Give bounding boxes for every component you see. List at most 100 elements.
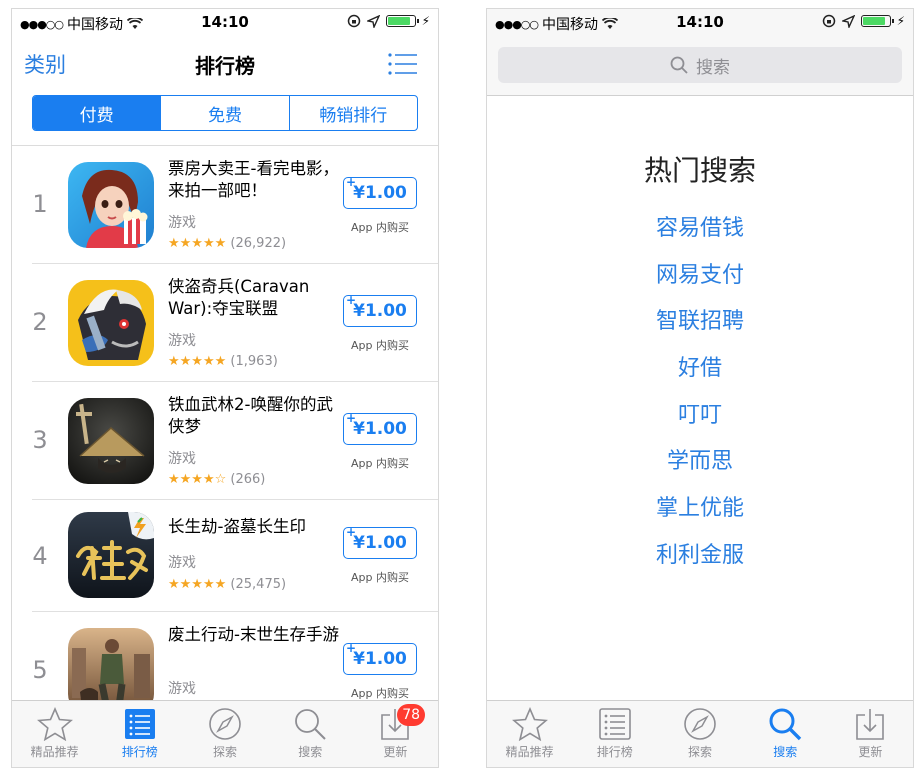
buy-button[interactable]: + ¥1.00 — [343, 525, 417, 559]
rating-stars: ★★★★★ — [168, 236, 227, 251]
cinema-girl-icon[interactable] — [68, 162, 154, 248]
ranking-segmented-control: 付费 免费 畅销排行 — [32, 95, 418, 131]
tab-label: 排行榜 — [121, 745, 158, 759]
in-app-purchase-note: App 内购买 — [351, 457, 409, 470]
app-rating: ★★★★★ (26,922) — [168, 236, 286, 251]
status-bar: ●●●○○ 中国移动 14:10 ⚡ — [12, 9, 438, 35]
ranking-list-icon — [124, 709, 155, 739]
trending-list: 容易借钱 网易支付 智联招聘 好借 叮叮 学而思 掌上优能 利利金服 — [487, 214, 913, 588]
search-input[interactable]: 搜索 — [498, 47, 902, 83]
star-icon — [511, 707, 548, 741]
app-name[interactable]: 铁血武林2-唤醒你的武侠梦 — [168, 394, 340, 438]
list-item[interactable]: 2 侠盗奇兵(Caravan War):夺宝联盟 游戏 ★★★★★ (1,963… — [12, 264, 438, 382]
ranking-list-icon — [598, 708, 631, 740]
search-icon — [769, 708, 802, 741]
tab-bar: 精品推荐 排行榜 探索 搜索 更新 78 — [12, 700, 438, 767]
tab-search[interactable]: 搜索 — [268, 701, 353, 767]
trending-item[interactable]: 好借 — [487, 354, 913, 401]
calligraphy-logo-icon[interactable] — [68, 512, 154, 598]
status-right: ⚡ — [822, 14, 905, 28]
app-list: 1 票房大卖王-看完电影，来拍一部吧！ 游戏 ★★★★★ (26,922) + ¥… — [12, 146, 438, 730]
segment-paid[interactable]: 付费 — [33, 96, 161, 130]
trending-item[interactable]: 网易支付 — [487, 261, 913, 308]
price-label: ¥1.00 — [353, 533, 407, 553]
segment-free[interactable]: 免费 — [160, 96, 288, 130]
list-item[interactable]: 4 长生劫-盗墓长生印 游戏 ★★★★★ (25,475) + ¥1.00 App… — [12, 500, 438, 612]
nav-bar: 类别 排行榜 — [12, 39, 438, 83]
list-item[interactable]: 3 铁血武林2-唤醒你的武侠梦 游戏 ★★★★☆ (266) + ¥1.00 Ap… — [12, 382, 438, 500]
app-rating: ★★★★☆ (266) — [168, 472, 265, 487]
trending-item[interactable]: 利利金服 — [487, 541, 913, 588]
tab-updates[interactable]: 更新 78 — [353, 701, 438, 767]
list-item[interactable]: 1 票房大卖王-看完电影，来拍一部吧！ 游戏 ★★★★★ (26,922) + ¥… — [12, 146, 438, 264]
app-name[interactable]: 废土行动-末世生存手游 — [168, 624, 340, 646]
tab-updates[interactable]: 更新 — [828, 701, 913, 767]
charging-icon: ⚡ — [896, 14, 905, 28]
rank-number: 5 — [32, 656, 48, 684]
rank-number: 2 — [32, 308, 48, 336]
rating-stars: ★★★★★ — [168, 577, 227, 592]
swordsman-hat-icon[interactable] — [68, 398, 154, 484]
app-category: 游戏 — [168, 333, 196, 349]
ranking-screen: ●●●○○ 中国移动 14:10 ⚡ 类别 排行榜 付费 免费 畅销排行 1 票… — [11, 8, 439, 768]
location-icon — [366, 14, 380, 28]
tab-explore[interactable]: 探索 — [657, 701, 742, 767]
price-label: ¥1.00 — [353, 301, 407, 321]
updates-badge: 78 — [397, 704, 426, 726]
plus-icon: + — [346, 641, 357, 655]
search-screen: ●●●○○ 中国移动 14:10 ⚡ 搜索 热门搜索 容易借钱 网易支付 智联招… — [486, 8, 914, 768]
compass-icon — [684, 708, 716, 740]
orientation-lock-icon — [347, 14, 360, 28]
status-bar: ●●●○○ 中国移动 14:10 ⚡ — [487, 9, 913, 35]
tab-label: 更新 — [383, 745, 408, 759]
trending-item[interactable]: 叮叮 — [487, 401, 913, 448]
search-icon — [295, 709, 326, 740]
rating-count: (26,922) — [230, 236, 287, 251]
in-app-purchase-note: App 内购买 — [351, 571, 409, 584]
tab-label: 排行榜 — [596, 745, 633, 759]
trending-item[interactable]: 掌上优能 — [487, 494, 913, 541]
plus-icon: + — [346, 411, 357, 425]
buy-button[interactable]: + ¥1.00 — [343, 175, 417, 209]
segment-top-grossing[interactable]: 畅销排行 — [288, 96, 417, 130]
tab-label: 探索 — [688, 745, 713, 759]
app-rating: ★★★★★ (1,963) — [168, 354, 278, 369]
app-category: 游戏 — [168, 451, 196, 467]
orientation-lock-icon — [822, 14, 835, 28]
in-app-purchase-note: App 内购买 — [351, 339, 409, 352]
tab-label: 精品推荐 — [30, 745, 79, 759]
tab-search[interactable]: 搜索 — [743, 701, 828, 767]
tab-explore[interactable]: 探索 — [182, 701, 267, 767]
app-name[interactable]: 侠盗奇兵(Caravan War):夺宝联盟 — [168, 276, 340, 320]
price-label: ¥1.00 — [353, 419, 407, 439]
buy-button[interactable]: + ¥1.00 — [343, 411, 417, 445]
tab-top-charts[interactable]: 排行榜 — [572, 701, 657, 767]
trending-item[interactable]: 学而思 — [487, 447, 913, 494]
tab-top-charts[interactable]: 排行榜 — [97, 701, 182, 767]
rank-number: 3 — [32, 426, 48, 454]
list-menu-icon[interactable] — [388, 53, 418, 75]
charging-icon: ⚡ — [421, 14, 430, 28]
war-beast-icon[interactable] — [68, 280, 154, 366]
rating-stars: ★★★★☆ — [168, 472, 227, 487]
trending-item[interactable]: 智联招聘 — [487, 307, 913, 354]
page-title: 排行榜 — [195, 54, 255, 78]
in-app-purchase-note: App 内购买 — [351, 687, 409, 700]
tab-featured[interactable]: 精品推荐 — [12, 701, 97, 767]
app-category: 游戏 — [168, 555, 196, 571]
rating-count: (1,963) — [230, 354, 278, 369]
tab-featured[interactable]: 精品推荐 — [487, 701, 572, 767]
app-name[interactable]: 长生劫-盗墓长生印 — [168, 516, 340, 538]
rating-count: (25,475) — [230, 577, 287, 592]
star-icon — [36, 707, 73, 741]
plus-icon: + — [346, 525, 357, 539]
buy-button[interactable]: + ¥1.00 — [343, 293, 417, 327]
trending-item[interactable]: 容易借钱 — [487, 214, 913, 261]
tab-label: 精品推荐 — [505, 745, 554, 759]
rank-number: 1 — [32, 190, 48, 218]
app-name[interactable]: 票房大卖王-看完电影，来拍一部吧！ — [168, 158, 340, 202]
price-label: ¥1.00 — [353, 649, 407, 669]
download-icon — [856, 709, 885, 740]
buy-button[interactable]: + ¥1.00 — [343, 641, 417, 675]
in-app-purchase-note: App 内购买 — [351, 221, 409, 234]
